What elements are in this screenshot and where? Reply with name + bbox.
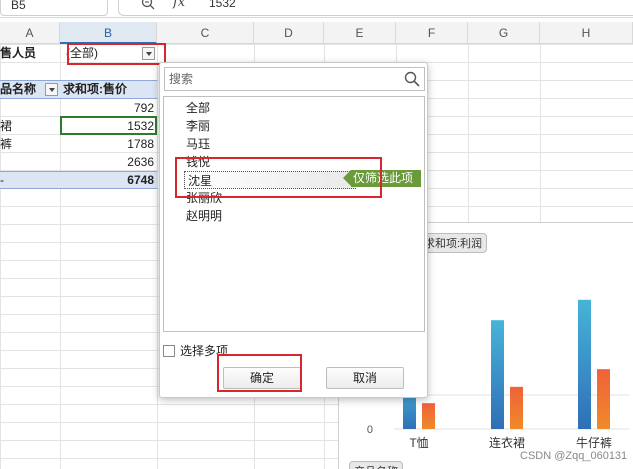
multi-select-checkbox[interactable] xyxy=(163,344,175,357)
formula-bar: B5 fx 1532 xyxy=(0,0,633,18)
chart-category-label: 牛仔裤 xyxy=(576,435,612,450)
name-box[interactable]: B5 xyxy=(0,0,108,16)
pivot-row-name[interactable] xyxy=(0,99,58,117)
col-header-b[interactable]: B xyxy=(60,22,157,44)
annotation-box-filter xyxy=(67,43,166,65)
pivot-total-dash: - xyxy=(0,173,4,187)
chart-bar[interactable] xyxy=(578,299,591,429)
col-header-d[interactable]: D xyxy=(254,22,324,44)
chart-bar[interactable] xyxy=(491,320,504,429)
list-item[interactable]: 赵明明 xyxy=(164,207,422,225)
chart-bar[interactable] xyxy=(597,369,610,429)
pivot-row-value[interactable]: 2636 xyxy=(60,153,154,171)
search-icon[interactable] xyxy=(404,71,420,87)
chart-y-tick-label: 0 xyxy=(367,424,373,436)
search-input[interactable] xyxy=(169,71,399,87)
formula-value[interactable]: 1532 xyxy=(209,0,236,10)
pivot-row-value[interactable]: 792 xyxy=(60,99,154,117)
grid-line xyxy=(157,44,158,469)
chart-axis-pill[interactable]: 产品名称 xyxy=(349,461,403,469)
chart-category-label: T恤 xyxy=(409,436,428,450)
pivot-row-name[interactable] xyxy=(0,153,58,171)
chart-bar[interactable] xyxy=(510,386,523,429)
filter-dropdown-panel: 全部 李丽 马珏 钱悦 沈星 张丽欣 赵明明 选择多项 确定 取消 xyxy=(159,62,428,398)
selected-cell-b5 xyxy=(60,116,157,135)
pivot-row-name[interactable]: 裙 xyxy=(0,117,58,135)
col-header-h[interactable]: H xyxy=(540,22,633,44)
pivot-row-name[interactable]: 裤 xyxy=(0,135,58,153)
pivot-row-value[interactable]: 1788 xyxy=(60,135,154,153)
list-item-all[interactable]: 全部 xyxy=(164,99,422,117)
fx-icon[interactable]: fx xyxy=(173,0,185,10)
cancel-button[interactable]: 取消 xyxy=(326,367,404,389)
chart-bar[interactable] xyxy=(422,403,435,429)
watermark: CSDN @Zqq_060131 xyxy=(520,450,628,462)
pivot-header-product[interactable]: 品名称 xyxy=(0,80,46,98)
col-header-a[interactable]: A xyxy=(0,22,60,44)
chart-legend-pill[interactable]: 求和项:利润 xyxy=(419,233,488,253)
pivot-row-filter-button[interactable] xyxy=(45,83,58,96)
filter-item-list[interactable]: 全部 李丽 马珏 钱悦 沈星 张丽欣 赵明明 xyxy=(163,96,425,332)
col-header-f[interactable]: F xyxy=(396,22,468,44)
col-header-g[interactable]: G xyxy=(468,22,540,44)
annotation-box-ok xyxy=(217,354,302,392)
pivot-filter-label[interactable]: 售人员 xyxy=(0,44,60,62)
list-item[interactable]: 李丽 xyxy=(164,117,422,135)
col-header-e[interactable]: E xyxy=(324,22,396,44)
col-header-c[interactable]: C xyxy=(157,22,254,44)
chart-category-label: 连衣裙 xyxy=(489,435,525,450)
list-item[interactable]: 马珏 xyxy=(164,135,422,153)
annotation-box-item xyxy=(175,157,382,198)
magnifier-icon[interactable] xyxy=(141,0,155,10)
pivot-total-value[interactable]: 6748 xyxy=(60,171,154,189)
pivot-header-sum[interactable]: 求和项:售价 xyxy=(63,80,157,98)
formula-input-area[interactable]: fx 1532 xyxy=(118,0,633,16)
search-box[interactable] xyxy=(164,67,425,91)
